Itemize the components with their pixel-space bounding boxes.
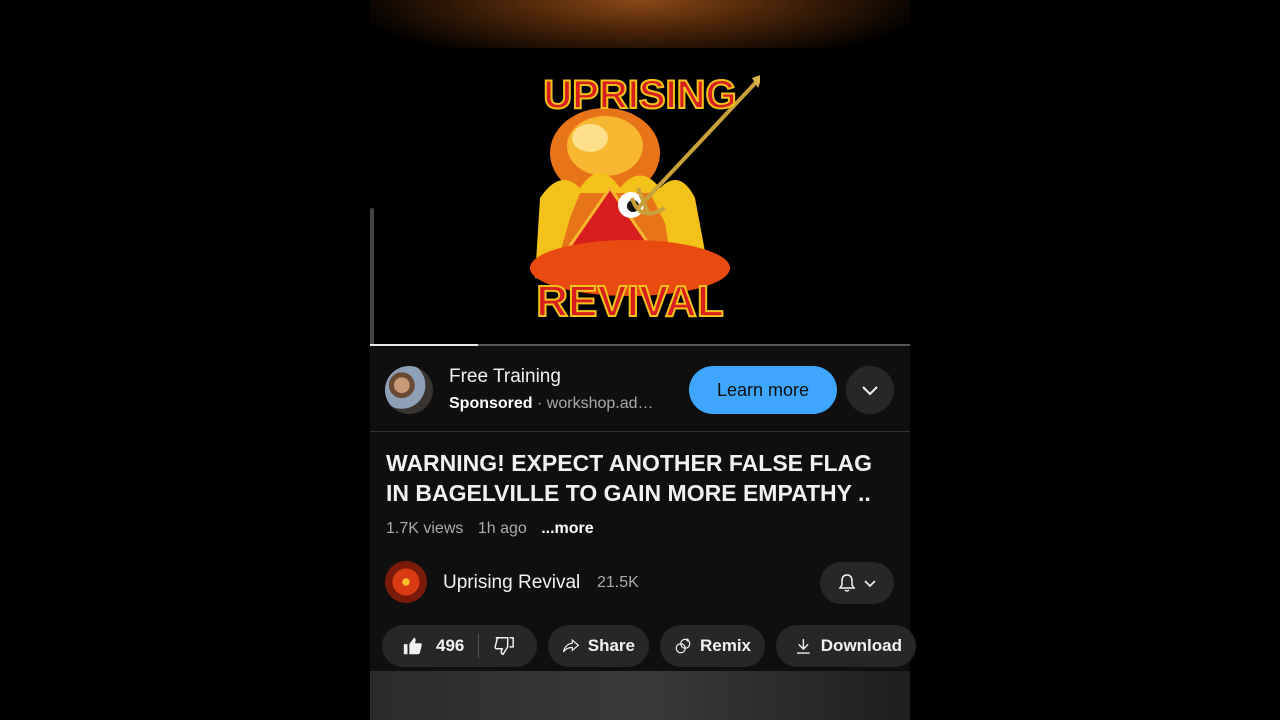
remix-button[interactable]: Remix	[660, 625, 765, 667]
sponsored-label: Sponsored	[449, 395, 533, 412]
download-label: Download	[820, 636, 902, 655]
video-meta[interactable]: 1.7K views 1h ago ...more	[386, 520, 604, 538]
bell-icon	[838, 574, 856, 592]
action-bar: 496 Share Remix Download	[382, 625, 916, 667]
channel-row[interactable]: Uprising Revival 21.5K	[370, 561, 910, 605]
app-screen: UPRISING REVIVAL Free Training Sponsored…	[370, 48, 916, 720]
like-dislike-group: 496	[382, 625, 537, 667]
like-count[interactable]: 496	[436, 636, 464, 656]
progress-bar[interactable]	[370, 344, 910, 346]
ad-separator: ·	[537, 395, 543, 412]
video-title[interactable]: WARNING! EXPECT ANOTHER FALSE FLAG IN BA…	[386, 448, 901, 508]
subscriber-count: 21.5K	[597, 574, 639, 591]
top-glow-bar	[370, 0, 910, 48]
notification-button[interactable]	[820, 562, 894, 604]
ad-title[interactable]: Free Training	[449, 366, 561, 388]
progress-fill	[370, 344, 478, 346]
next-video-thumbnail[interactable]	[370, 671, 910, 720]
channel-logo-artwork: UPRISING REVIVAL	[530, 72, 760, 327]
video-player[interactable]: UPRISING REVIVAL	[370, 48, 910, 346]
download-button[interactable]: Download	[776, 625, 916, 667]
ad-domain: workshop.ad…	[546, 395, 654, 412]
ad-subtitle: Sponsored · workshop.ad…	[449, 395, 654, 413]
share-label: Share	[587, 636, 635, 655]
chevron-down-icon	[862, 386, 878, 396]
more-link[interactable]: ...more	[541, 520, 593, 537]
advertiser-avatar[interactable]	[385, 366, 433, 414]
learn-more-button[interactable]: Learn more	[689, 366, 837, 414]
logo-top-text: UPRISING	[543, 73, 736, 117]
thumbs-down-icon[interactable]	[493, 635, 515, 657]
logo-bottom-text: REVIVAL	[536, 277, 723, 326]
share-button[interactable]: Share	[548, 625, 649, 667]
thumbs-up-icon[interactable]	[402, 635, 424, 657]
ad-expand-button[interactable]	[846, 366, 894, 414]
side-handle[interactable]	[370, 208, 374, 346]
remix-label: Remix	[699, 636, 751, 655]
share-icon	[562, 638, 580, 653]
download-icon	[797, 638, 810, 654]
like-divider	[478, 634, 480, 658]
channel-avatar[interactable]	[385, 561, 427, 603]
chevron-down-icon	[864, 580, 876, 588]
view-count: 1.7K views	[386, 520, 464, 537]
remix-icon	[675, 638, 691, 654]
upload-time: 1h ago	[477, 520, 527, 537]
sponsored-ad-card[interactable]: Free Training Sponsored · workshop.ad… L…	[370, 348, 910, 432]
channel-name[interactable]: Uprising Revival	[443, 572, 580, 594]
